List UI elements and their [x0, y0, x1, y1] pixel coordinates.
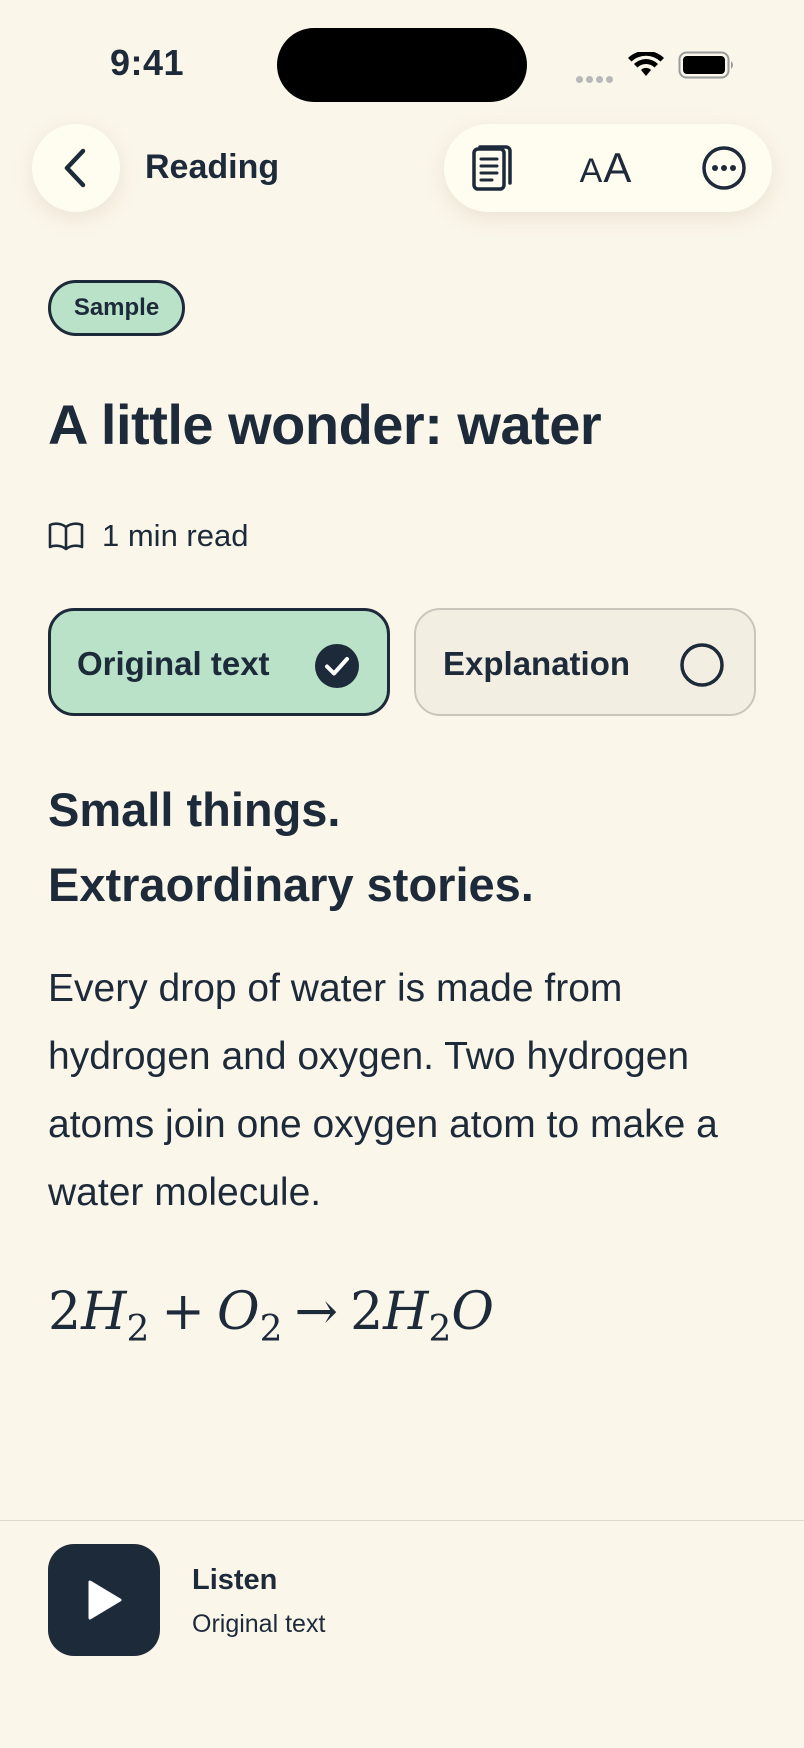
- read-time-label: 1 min read: [102, 518, 249, 553]
- player-divider: [0, 1520, 804, 1521]
- page-title: A little wonder: water: [48, 393, 602, 456]
- listen-title: Listen: [192, 1564, 278, 1596]
- radio-empty-icon: [680, 643, 724, 687]
- sample-badge: Sample: [48, 280, 185, 336]
- chemical-equation: 2H2 + O2 → 2H2O: [48, 1282, 495, 1350]
- cellular-signal-icon: [576, 70, 616, 88]
- text-size-icon: AA: [579, 144, 633, 191]
- play-icon: [88, 1580, 122, 1620]
- listen-subtitle: Original text: [192, 1610, 326, 1638]
- original-text-label: Original text: [77, 645, 270, 682]
- open-book-icon: [48, 522, 84, 551]
- original-text-toggle[interactable]: Original text: [48, 608, 390, 716]
- more-icon: [702, 146, 746, 190]
- checkmark-circle-icon: [315, 644, 359, 688]
- nav-title: Reading: [145, 148, 280, 186]
- headline-line-2: Extraordinary stories.: [48, 858, 534, 911]
- chevron-left-icon: [64, 148, 86, 188]
- play-button[interactable]: [48, 1544, 160, 1656]
- explanation-toggle[interactable]: Explanation: [414, 608, 756, 716]
- wifi-icon: [628, 52, 664, 76]
- reading-toolbar: AA: [444, 124, 772, 212]
- explanation-label: Explanation: [443, 645, 631, 682]
- status-bar: 9:41: [0, 0, 804, 110]
- headline-line-1: Small things.: [48, 783, 341, 836]
- more-button[interactable]: [684, 124, 764, 212]
- read-time: 1 min read: [48, 516, 248, 556]
- text-size-button[interactable]: AA: [566, 124, 646, 212]
- document-icon: [472, 145, 512, 191]
- section-headline: Small things. Extraordinary stories.: [48, 772, 534, 922]
- battery-icon: [678, 51, 733, 79]
- back-button[interactable]: [32, 124, 120, 212]
- document-button[interactable]: [452, 124, 532, 212]
- dynamic-island: [277, 28, 527, 102]
- article-body: Every drop of water is made from hydroge…: [48, 967, 718, 1214]
- status-time: 9:41: [110, 42, 185, 83]
